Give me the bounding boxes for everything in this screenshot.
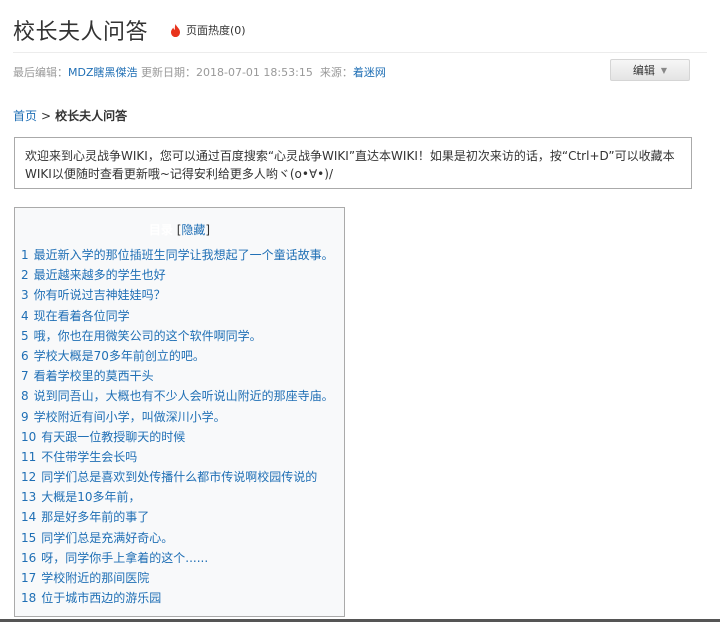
heat-label: 页面热度(0) (186, 24, 246, 37)
toc-item-number[interactable]: 7 (21, 369, 29, 383)
toc-item-link[interactable]: 同学们总是充满好奇心。 (41, 531, 173, 545)
toc-item[interactable]: 8 说到同吾山，大概也有不少人会听说山附近的那座寺庙。 (21, 386, 344, 406)
edit-meta: 最后编辑：MDZ瞎黑傑浩 更新日期：2018-07-01 18:53:15 来源… (13, 64, 386, 80)
toc-item[interactable]: 12 同学们总是喜欢到处传播什么都市传说啊校园传说的 (21, 467, 344, 487)
toc-item[interactable]: 3 你有听说过吉神娃娃吗？ (21, 285, 344, 305)
toc-item-link[interactable]: 有天跟一位教授聊天的时候 (41, 430, 185, 444)
toc-item-link[interactable]: 说到同吾山，大概也有不少人会听说山附近的那座寺庙。 (34, 389, 334, 403)
toc-item-link[interactable]: 那是好多年前的事了 (41, 510, 149, 524)
title-row: 校长夫人问答 页面热度(0) (13, 14, 246, 46)
toc-item[interactable]: 13 大概是10多年前， (21, 487, 344, 507)
caret-down-icon: ▼ (660, 65, 668, 75)
toc-item-number[interactable]: 8 (21, 389, 29, 403)
title-divider (13, 52, 707, 53)
toc-item-link[interactable]: 大概是10多年前， (41, 490, 140, 504)
toc-item-link[interactable]: 位于城市西边的游乐园 (41, 591, 161, 605)
toc-item-number[interactable]: 18 (21, 591, 36, 605)
toc-item-link[interactable]: 看着学校里的莫西干头 (34, 369, 154, 383)
toc-header: 目录 [隐藏] (15, 221, 344, 237)
toc-item-number[interactable]: 16 (21, 551, 36, 565)
toc-item-number[interactable]: 12 (21, 470, 36, 484)
toc-toggle-link[interactable]: 隐藏 (181, 223, 205, 237)
toc-item-link[interactable]: 学校大概是70多年前创立的吧。 (34, 349, 205, 363)
toc-item-number[interactable]: 10 (21, 430, 36, 444)
breadcrumb-separator: > (41, 109, 52, 123)
toc-item-number[interactable]: 5 (21, 329, 29, 343)
toc-item-number[interactable]: 14 (21, 510, 36, 524)
source-link[interactable]: 着迷网 (353, 66, 386, 79)
toc-item[interactable]: 6 学校大概是70多年前创立的吧。 (21, 346, 344, 366)
toc-item-number[interactable]: 3 (21, 288, 29, 302)
toc-toggle[interactable]: [隐藏] (177, 223, 210, 237)
toc-item-link[interactable]: 不住带学生会长吗 (41, 450, 137, 464)
toc-item-link[interactable]: 哦，你也在用微笑公司的这个软件啊同学。 (34, 329, 262, 343)
toc-item[interactable]: 18 位于城市西边的游乐园 (21, 588, 344, 608)
breadcrumb-current: 校长夫人问答 (55, 109, 128, 123)
editor-link[interactable]: MDZ瞎黑傑浩 (68, 66, 138, 79)
toc-item[interactable]: 10 有天跟一位教授聊天的时候 (21, 427, 344, 447)
toc-item[interactable]: 11 不住带学生会长吗 (21, 447, 344, 467)
toc-item-number[interactable]: 13 (21, 490, 36, 504)
toc-item[interactable]: 14 那是好多年前的事了 (21, 507, 344, 527)
edit-button[interactable]: 编辑 ▼ (610, 59, 690, 81)
breadcrumb: 首页 > 校长夫人问答 (13, 107, 127, 124)
toc-item-link[interactable]: 同学们总是喜欢到处传播什么都市传说啊校园传说的 (41, 470, 317, 484)
welcome-notice: 欢迎来到心灵战争WIKI，您可以通过百度搜索“心灵战争WIKI”直达本WIKI！… (14, 137, 692, 189)
toc-item-link[interactable]: 最近越来越多的学生也好 (34, 268, 166, 282)
toc-item[interactable]: 7 看着学校里的莫西干头 (21, 366, 344, 386)
toc-item[interactable]: 2 最近越来越多的学生也好 (21, 265, 344, 285)
edit-button-label: 编辑 (632, 64, 655, 77)
toc-item-number[interactable]: 17 (21, 571, 36, 585)
toc-item-link[interactable]: 呀，同学你手上拿着的这个...... (41, 551, 208, 565)
toc-item[interactable]: 16 呀，同学你手上拿着的这个...... (21, 548, 344, 568)
toc-item-link[interactable]: 学校附近的那间医院 (41, 571, 149, 585)
toc-item[interactable]: 4 现在看着各位同学 (21, 306, 344, 326)
toc-item-number[interactable]: 2 (21, 268, 29, 282)
toc-item[interactable]: 5 哦，你也在用微笑公司的这个软件啊同学。 (21, 326, 344, 346)
update-date: 更新日期：2018-07-01 18:53:15 来源： (137, 66, 353, 79)
editor-label: 最后编辑： (13, 66, 68, 79)
breadcrumb-home[interactable]: 首页 (13, 109, 37, 123)
toc-item-number[interactable]: 9 (21, 410, 29, 424)
toc-item-number[interactable]: 11 (21, 450, 36, 464)
toc-item[interactable]: 17 学校附近的那间医院 (21, 568, 344, 588)
toc-list: 1 最近新入学的那位插班生同学让我想起了一个童话故事。 2 最近越来越多的学生也好 3 你… (15, 245, 344, 608)
toc-item-number[interactable]: 6 (21, 349, 29, 363)
toc-item[interactable]: 15 同学们总是充满好奇心。 (21, 528, 344, 548)
toc-item-link[interactable]: 学校附近有间小学，叫做深川小学。 (34, 410, 226, 424)
notice-text: 欢迎来到心灵战争WIKI，您可以通过百度搜索“心灵战争WIKI”直达本WIKI！… (25, 149, 675, 181)
toc-item-number[interactable]: 15 (21, 531, 36, 545)
toc-item-link[interactable]: 你有听说过吉神娃娃吗？ (34, 288, 166, 302)
toc-item-number[interactable]: 4 (21, 309, 29, 323)
toc-item[interactable]: 1 最近新入学的那位插班生同学让我想起了一个童话故事。 (21, 245, 344, 265)
table-of-contents: 目录 [隐藏] 1 最近新入学的那位插班生同学让我想起了一个童话故事。 2 最近越来越… (14, 207, 345, 617)
toc-title: 目录 (148, 223, 173, 237)
toc-item[interactable]: 9 学校附近有间小学，叫做深川小学。 (21, 407, 344, 427)
toc-item-number[interactable]: 1 (21, 248, 29, 262)
toc-toggle-bracket-close: ] (205, 223, 211, 237)
page-heat: 页面热度(0) (170, 22, 246, 38)
toc-item-link[interactable]: 最近新入学的那位插班生同学让我想起了一个童话故事。 (34, 248, 334, 262)
page-title: 校长夫人问答 (13, 20, 149, 45)
flame-icon (171, 23, 181, 37)
toc-item-link[interactable]: 现在看着各位同学 (34, 309, 130, 323)
